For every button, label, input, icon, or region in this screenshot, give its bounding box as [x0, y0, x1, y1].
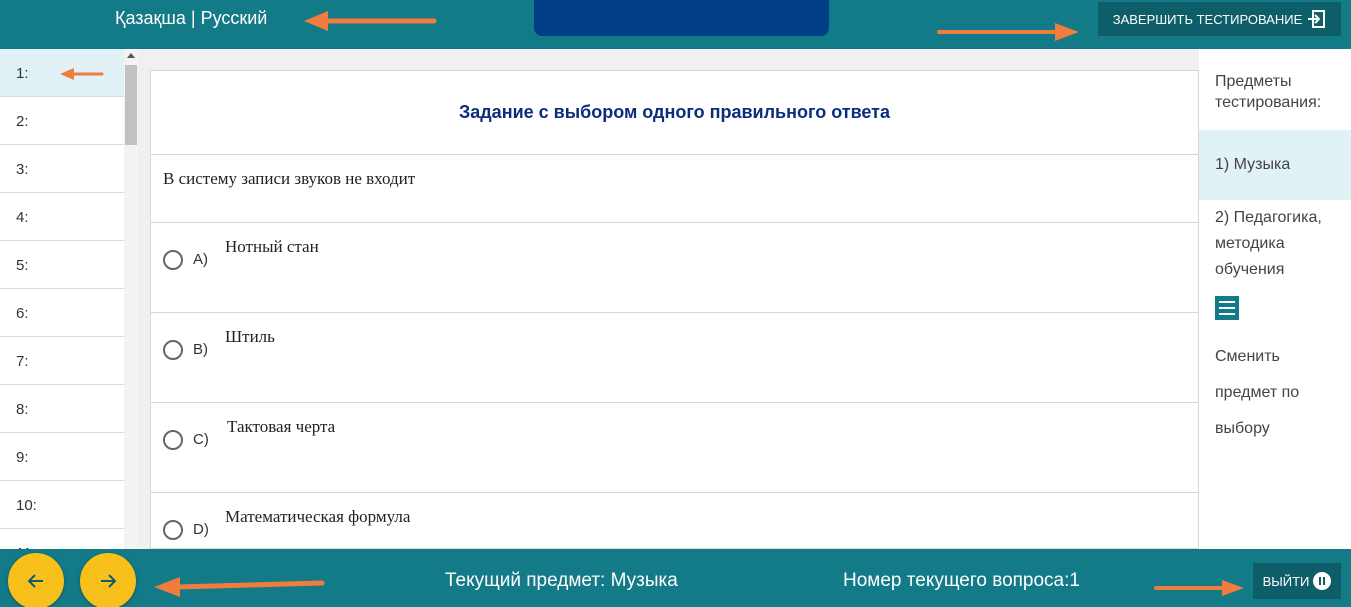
- scrollbar-thumb[interactable]: [125, 65, 137, 145]
- finish-testing-button[interactable]: ЗАВЕРШИТЬ ТЕСТИРОВАНИЕ: [1098, 2, 1341, 36]
- radio-button[interactable]: [163, 430, 183, 450]
- question-nav-item-3[interactable]: 3:: [0, 145, 124, 193]
- subject-item-music[interactable]: 1) Музыка: [1199, 130, 1351, 200]
- question-nav-item-8[interactable]: 8:: [0, 385, 124, 433]
- answer-option-d[interactable]: D) Математическая формула: [151, 493, 1198, 548]
- option-letter: D): [193, 521, 209, 538]
- pause-icon: [1313, 572, 1332, 590]
- question-nav-item-5[interactable]: 5:: [0, 241, 124, 289]
- question-nav-item-4[interactable]: 4:: [0, 193, 124, 241]
- change-elective-subject-link[interactable]: Сменить предмет по выбору: [1215, 339, 1345, 447]
- finish-testing-label: ЗАВЕРШИТЬ ТЕСТИРОВАНИЕ: [1112, 11, 1303, 27]
- lang-kazakh-link[interactable]: Қазақша: [115, 8, 186, 28]
- option-text: Нотный стан: [225, 237, 319, 256]
- answer-option-b[interactable]: B) Штиль: [151, 313, 1198, 403]
- question-nav-item-1[interactable]: 1:: [0, 49, 124, 97]
- subjects-panel: Предметы тестирования: 1) Музыка 2) Педа…: [1199, 49, 1351, 549]
- menu-icon[interactable]: [1215, 296, 1239, 320]
- question-nav-item-10[interactable]: 10:: [0, 481, 124, 529]
- option-letter: C): [193, 431, 209, 448]
- exit-label: ВЫЙТИ: [1262, 573, 1310, 589]
- top-bar: Қазақша | Русский ЗАВЕРШИТЬ ТЕСТИРОВАНИЕ: [0, 0, 1351, 49]
- bottom-bar: Текущий предмет: Музыка Номер текущего в…: [0, 549, 1351, 607]
- question-nav-scrollbar[interactable]: [124, 49, 138, 549]
- arrow-left-icon: [27, 574, 43, 588]
- subjects-heading: Предметы тестирования:: [1215, 73, 1322, 111]
- task-title: Задание с выбором одного правильного отв…: [151, 71, 1198, 155]
- radio-button[interactable]: [163, 250, 183, 270]
- answer-option-a[interactable]: A) Нотный стан: [151, 223, 1198, 313]
- next-question-button[interactable]: [80, 553, 136, 607]
- question-nav-item-2[interactable]: 2:: [0, 97, 124, 145]
- option-letter: A): [193, 251, 208, 268]
- question-card: Задание с выбором одного правильного отв…: [150, 70, 1199, 549]
- subject-item-pedagogy[interactable]: 2) Педагогика, методика обучения: [1199, 200, 1351, 283]
- exit-icon: [1308, 10, 1326, 28]
- answer-option-c[interactable]: C) Тактовая черта: [151, 403, 1198, 493]
- question-nav-item-6[interactable]: 6:: [0, 289, 124, 337]
- option-text: Тактовая черта: [227, 417, 336, 436]
- question-nav-item-9[interactable]: 9:: [0, 433, 124, 481]
- language-switcher: Қазақша | Русский: [115, 7, 267, 29]
- question-nav-item-11[interactable]: 11:: [0, 529, 124, 549]
- option-text: Математическая формула: [225, 507, 411, 526]
- question-nav-item-7[interactable]: 7:: [0, 337, 124, 385]
- current-subject-label: Текущий предмет: Музыка: [445, 570, 678, 591]
- question-navigation: 1: 2: 3: 4: 5: 6: 7: 8: 9: 10: 11:: [0, 49, 124, 549]
- exit-button[interactable]: ВЫЙТИ: [1253, 563, 1341, 599]
- radio-button[interactable]: [163, 520, 183, 540]
- radio-button[interactable]: [163, 340, 183, 360]
- option-letter: B): [193, 341, 208, 358]
- current-question-number: Номер текущего вопроса:1: [843, 570, 1080, 591]
- option-text: Штиль: [225, 327, 275, 346]
- scroll-up-arrow-icon[interactable]: [127, 53, 135, 58]
- previous-question-button[interactable]: [8, 553, 64, 607]
- question-text: В систему записи звуков не входит: [151, 155, 1198, 223]
- lang-separator: |: [185, 8, 201, 28]
- center-banner: [534, 0, 829, 36]
- arrow-right-icon: [101, 574, 117, 588]
- lang-russian-link[interactable]: Русский: [201, 8, 268, 28]
